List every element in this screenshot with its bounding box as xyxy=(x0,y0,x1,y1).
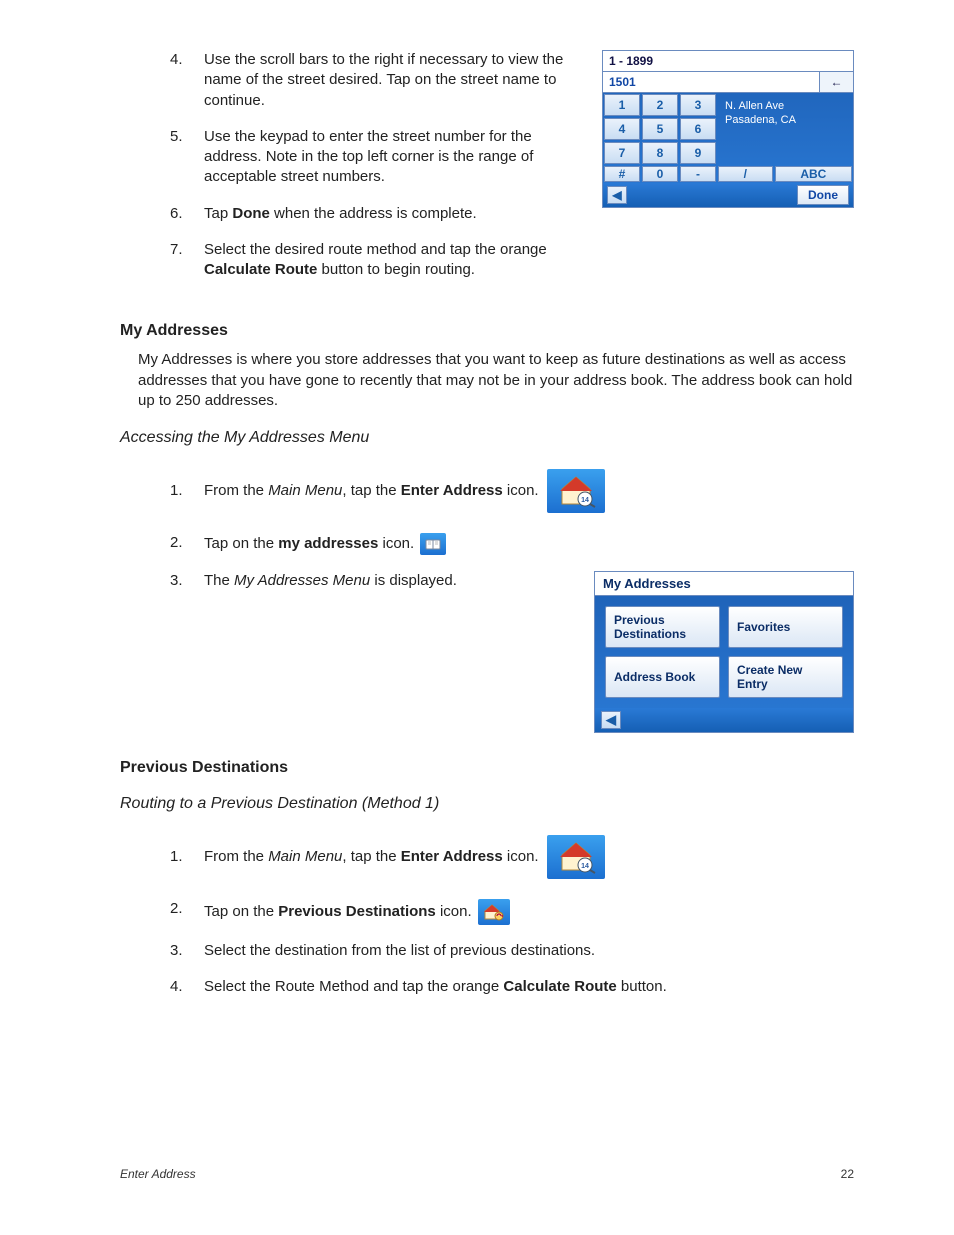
keypad-range: 1 - 1899 xyxy=(603,51,853,72)
menu-title: My Addresses xyxy=(595,572,853,596)
step-number: 3. xyxy=(164,571,204,591)
keypad-key-dash[interactable]: - xyxy=(680,166,716,182)
keypad-key-3[interactable]: 3 xyxy=(680,94,716,116)
subheading-accessing-menu: Accessing the My Addresses Menu xyxy=(120,429,854,447)
keypad-key-9[interactable]: 9 xyxy=(680,142,716,164)
keypad-key-5[interactable]: 5 xyxy=(642,118,678,140)
keypad-key-7[interactable]: 7 xyxy=(604,142,640,164)
accessing-steps: 1. From the Main Menu, tap the Enter Add… xyxy=(164,469,854,555)
keypad-key-hash[interactable]: # xyxy=(604,166,640,182)
keypad-back-button[interactable]: ◀ xyxy=(607,186,627,204)
my-addresses-description: My Addresses is where you store addresse… xyxy=(138,350,854,411)
step-text: Tap on the my addresses icon. xyxy=(204,533,854,555)
step-text: Select the Route Method and tap the oran… xyxy=(204,977,854,997)
create-new-entry-button[interactable]: Create New Entry xyxy=(728,656,843,698)
footer-section-title: Enter Address xyxy=(120,1167,196,1181)
backspace-button[interactable]: ← xyxy=(819,72,853,92)
svg-text:14: 14 xyxy=(581,497,589,504)
address-entry-steps: 4. Use the scroll bars to the right if n… xyxy=(164,50,584,280)
step-text: Use the scroll bars to the right if nece… xyxy=(204,50,584,111)
step-text: From the Main Menu, tap the Enter Addres… xyxy=(204,835,854,879)
step-text: The My Addresses Menu is displayed. xyxy=(204,571,576,591)
step-text: Tap on the Previous Destinations icon. xyxy=(204,899,854,925)
keypad-done-button[interactable]: Done xyxy=(797,185,849,205)
heading-my-addresses: My Addresses xyxy=(120,322,854,340)
routing-steps: 1. From the Main Menu, tap the Enter Add… xyxy=(164,835,854,998)
step-text: Select the desired route method and tap … xyxy=(204,240,584,281)
keypad-key-8[interactable]: 8 xyxy=(642,142,678,164)
numeric-keypad-figure: 1 - 1899 1501 ← 1 2 3 4 5 6 7 xyxy=(602,50,854,208)
keypad-key-4[interactable]: 4 xyxy=(604,118,640,140)
keypad-key-6[interactable]: 6 xyxy=(680,118,716,140)
previous-destinations-button[interactable]: Previous Destinations xyxy=(605,606,720,648)
favorites-button[interactable]: Favorites xyxy=(728,606,843,648)
step-number: 1. xyxy=(164,481,204,501)
keypad-key-1[interactable]: 1 xyxy=(604,94,640,116)
keypad-key-2[interactable]: 2 xyxy=(642,94,678,116)
keypad-input[interactable]: 1501 xyxy=(603,72,819,92)
svg-text:14: 14 xyxy=(581,863,589,870)
step-text: Use the keypad to enter the street numbe… xyxy=(204,127,584,188)
step-number: 3. xyxy=(164,941,204,961)
keypad-address-preview: N. Allen Ave Pasadena, CA xyxy=(717,93,853,165)
enter-address-icon: 14 xyxy=(547,469,605,513)
step-number: 4. xyxy=(164,977,204,997)
my-addresses-menu-figure: My Addresses Previous Destinations Favor… xyxy=(594,571,854,733)
page-footer: Enter Address 22 xyxy=(120,1167,854,1181)
address-book-button[interactable]: Address Book xyxy=(605,656,720,698)
step-number: 5. xyxy=(164,127,204,188)
heading-previous-destinations: Previous Destinations xyxy=(120,759,854,777)
step-text: From the Main Menu, tap the Enter Addres… xyxy=(204,469,854,513)
step-number: 1. xyxy=(164,847,204,867)
step-number: 4. xyxy=(164,50,204,111)
step-number: 6. xyxy=(164,204,204,224)
menu-back-button[interactable]: ◀ xyxy=(601,711,621,729)
step-text: Tap Done when the address is complete. xyxy=(204,204,584,224)
step-number: 2. xyxy=(164,899,204,925)
step-number: 2. xyxy=(164,533,204,555)
step-number: 7. xyxy=(164,240,204,281)
keypad-key-slash[interactable]: / xyxy=(718,166,773,182)
previous-destinations-icon xyxy=(478,899,510,925)
my-addresses-icon xyxy=(420,533,446,555)
keypad-key-abc[interactable]: ABC xyxy=(775,166,852,182)
accessing-steps-cont: 3. The My Addresses Menu is displayed. xyxy=(164,571,576,591)
enter-address-icon: 14 xyxy=(547,835,605,879)
subheading-routing-method1: Routing to a Previous Destination (Metho… xyxy=(120,795,854,813)
step-text: Select the destination from the list of … xyxy=(204,941,854,961)
keypad-key-0[interactable]: 0 xyxy=(642,166,678,182)
footer-page-number: 22 xyxy=(841,1167,854,1181)
